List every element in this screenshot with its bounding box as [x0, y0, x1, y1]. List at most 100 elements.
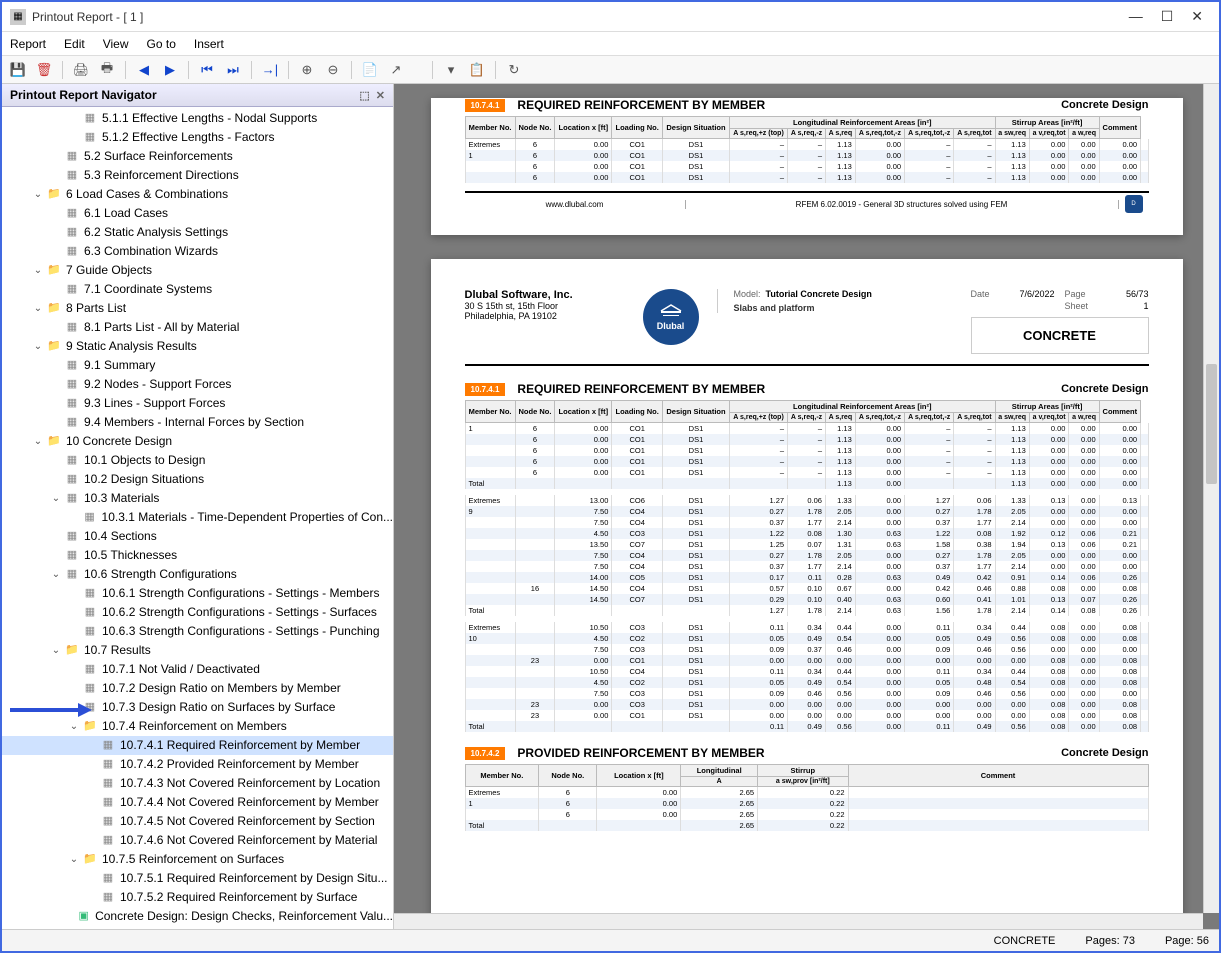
tree-item[interactable]: ▦5.3 Reinforcement Directions: [2, 166, 393, 185]
tree-item[interactable]: ⌄📁10 Concrete Design: [2, 432, 393, 451]
maximize-button[interactable]: ☐: [1161, 8, 1174, 25]
table-row: Total0.110.490.560.000.110.490.560.080.0…: [465, 721, 1148, 732]
tree-item[interactable]: ⌄▦10.3 Materials: [2, 489, 393, 508]
table-row: 60.00CO1DS1––1.130.00––1.130.000.000.00: [465, 434, 1148, 445]
table-icon: ▦: [100, 872, 116, 886]
tree-item[interactable]: ▦9.1 Summary: [2, 356, 393, 375]
table-row: 14.50CO7DS10.290.100.400.630.600.411.010…: [465, 594, 1148, 605]
vertical-scrollbar[interactable]: [1203, 84, 1219, 913]
menu-goto[interactable]: Go to: [147, 37, 176, 51]
table-row: 1614.50CO4DS10.570.100.670.000.420.460.8…: [465, 583, 1148, 594]
tree-item[interactable]: ▦7.1 Coordinate Systems: [2, 280, 393, 299]
close-panel-icon[interactable]: ✕: [376, 89, 385, 102]
table-row: 7.50CO4DS10.271.782.050.000.271.782.050.…: [465, 550, 1148, 561]
table-icon: ▦: [82, 112, 98, 126]
tree-item[interactable]: ⌄📁7 Guide Objects: [2, 261, 393, 280]
status-section: CONCRETE: [994, 935, 1056, 947]
tree-item[interactable]: ▦10.7.4.3 Not Covered Reinforcement by L…: [2, 774, 393, 793]
tree-item[interactable]: ⌄📁10.7 Results: [2, 641, 393, 660]
table-row: 97.50CO4DS10.271.782.050.000.271.782.050…: [465, 506, 1148, 517]
close-button[interactable]: ✕: [1191, 8, 1203, 25]
tree-item[interactable]: ▦10.6.2 Strength Configurations - Settin…: [2, 603, 393, 622]
undock-icon[interactable]: ⬚: [359, 89, 369, 102]
tree-item[interactable]: ▦10.6.3 Strength Configurations - Settin…: [2, 622, 393, 641]
tree-item[interactable]: ⌄📁10.7.5 Reinforcement on Surfaces: [2, 850, 393, 869]
section-title: REQUIRED REINFORCEMENT BY MEMBER: [517, 98, 1049, 112]
tree-item[interactable]: ▦10.2 Design Situations: [2, 470, 393, 489]
tree-item[interactable]: ▦9.2 Nodes - Support Forces: [2, 375, 393, 394]
refresh-icon[interactable]: ↻: [504, 60, 524, 80]
folder-icon: 📁: [64, 644, 80, 658]
tree-item[interactable]: ▦5.2 Surface Reinforcements: [2, 147, 393, 166]
tree-item[interactable]: ▦5.1.1 Effective Lengths - Nodal Support…: [2, 109, 393, 128]
tree-item[interactable]: ⌄📁9 Static Analysis Results: [2, 337, 393, 356]
menu-report[interactable]: Report: [10, 37, 46, 51]
tree-item[interactable]: ⌄📁8 Parts List: [2, 299, 393, 318]
tree-item[interactable]: ▦9.4 Members - Internal Forces by Sectio…: [2, 413, 393, 432]
tree-item-label: 6.3 Combination Wizards: [84, 243, 218, 260]
tree-item-label: 10.7.1 Not Valid / Deactivated: [102, 661, 260, 678]
report-view[interactable]: 10.7.4.1 REQUIRED REINFORCEMENT BY MEMBE…: [394, 84, 1219, 929]
tree-item[interactable]: ▦8.1 Parts List - All by Material: [2, 318, 393, 337]
tree-item[interactable]: ▦10.7.3 Design Ratio on Surfaces by Surf…: [2, 698, 393, 717]
tree-item[interactable]: ▦10.7.5.2 Required Reinforcement by Surf…: [2, 888, 393, 907]
tree-item[interactable]: ▦10.7.4.1 Required Reinforcement by Memb…: [2, 736, 393, 755]
tree-item-label: 5.1.2 Effective Lengths - Factors: [102, 129, 275, 146]
tree-item[interactable]: ▦10.3.1 Materials - Time-Dependent Prope…: [2, 508, 393, 527]
tree-item[interactable]: ▦10.7.5.1 Required Reinforcement by Desi…: [2, 869, 393, 888]
menu-insert[interactable]: Insert: [194, 37, 224, 51]
delete-icon[interactable]: 🗑: [34, 60, 54, 80]
table-row: Total2.650.22: [465, 820, 1148, 831]
graphic-icon: ▣: [76, 910, 91, 924]
tree-item[interactable]: ▦10.5 Thicknesses: [2, 546, 393, 565]
selection2-icon[interactable]: 📋: [467, 60, 487, 80]
next-icon[interactable]: ▶: [160, 60, 180, 80]
first-icon[interactable]: ⏮: [197, 60, 217, 80]
tree-item[interactable]: ▦6.3 Combination Wizards: [2, 242, 393, 261]
tree-item[interactable]: ▦10.7.4.4 Not Covered Reinforcement by M…: [2, 793, 393, 812]
export-icon[interactable]: ↗: [386, 60, 406, 80]
print-preview-icon[interactable]: 🖶: [97, 60, 117, 80]
tree-item-label: Concrete Design: Design Checks, Reinforc…: [95, 908, 393, 925]
zoom-in-icon[interactable]: ⊕: [297, 60, 317, 80]
tree-item[interactable]: ▦6.1 Load Cases: [2, 204, 393, 223]
navigator-tree[interactable]: ▦5.1.1 Effective Lengths - Nodal Support…: [2, 107, 393, 929]
section-module: Concrete Design: [1061, 99, 1148, 111]
table-row: Total1.130.001.130.000.000.00: [465, 478, 1148, 489]
tree-item[interactable]: ▦10.4 Sections: [2, 527, 393, 546]
tree-item[interactable]: ⌄📁6 Load Cases & Combinations: [2, 185, 393, 204]
tree-item[interactable]: ▦10.7.1 Not Valid / Deactivated: [2, 660, 393, 679]
tree-item[interactable]: ▦10.6.1 Strength Configurations - Settin…: [2, 584, 393, 603]
tree-item[interactable]: ▦10.7.4.6 Not Covered Reinforcement by M…: [2, 831, 393, 850]
last-icon[interactable]: ⏭: [223, 60, 243, 80]
table-row: 160.002.650.22: [465, 798, 1148, 809]
page-setup-icon[interactable]: 📄: [360, 60, 380, 80]
horizontal-scrollbar[interactable]: [394, 913, 1203, 929]
tree-item[interactable]: ▦10.7.2 Design Ratio on Members by Membe…: [2, 679, 393, 698]
tree-item[interactable]: ▦5.1.2 Effective Lengths - Factors: [2, 128, 393, 147]
menu-view[interactable]: View: [103, 37, 129, 51]
tree-item[interactable]: ▣Concrete Design: Design Checks, Reinfor…: [2, 926, 393, 929]
tree-item-label: 6.1 Load Cases: [84, 205, 168, 222]
tree-item[interactable]: ▣ Concrete Design: Design Checks, Reinfor…: [2, 907, 393, 926]
selection-icon[interactable]: ▾: [441, 60, 461, 80]
goto-icon[interactable]: →|: [260, 60, 280, 80]
tree-item[interactable]: ▦10.1 Objects to Design: [2, 451, 393, 470]
table-icon: ▦: [100, 815, 116, 829]
tree-item[interactable]: ▦6.2 Static Analysis Settings: [2, 223, 393, 242]
table-row: Extremes10.50CO3DS10.110.340.440.000.110…: [465, 622, 1148, 633]
tree-item[interactable]: ▦10.7.4.2 Provided Reinforcement by Memb…: [2, 755, 393, 774]
save-icon[interactable]: 💾: [8, 60, 28, 80]
menu-edit[interactable]: Edit: [64, 37, 85, 51]
zoom-out-icon[interactable]: ⊖: [323, 60, 343, 80]
tree-item[interactable]: ▦9.3 Lines - Support Forces: [2, 394, 393, 413]
print-icon[interactable]: 🖨: [71, 60, 91, 80]
tree-item-label: 10.7.2 Design Ratio on Members by Member: [102, 680, 341, 697]
prev-icon[interactable]: ◀: [134, 60, 154, 80]
table-icon: ▦: [100, 796, 116, 810]
tree-item[interactable]: ⌄▦10.6 Strength Configurations: [2, 565, 393, 584]
tree-item[interactable]: ▦10.7.4.5 Not Covered Reinforcement by S…: [2, 812, 393, 831]
tree-item[interactable]: ⌄📁10.7.4 Reinforcement on Members: [2, 717, 393, 736]
minimize-button[interactable]: —: [1129, 8, 1143, 25]
table-icon: ▦: [64, 416, 80, 430]
